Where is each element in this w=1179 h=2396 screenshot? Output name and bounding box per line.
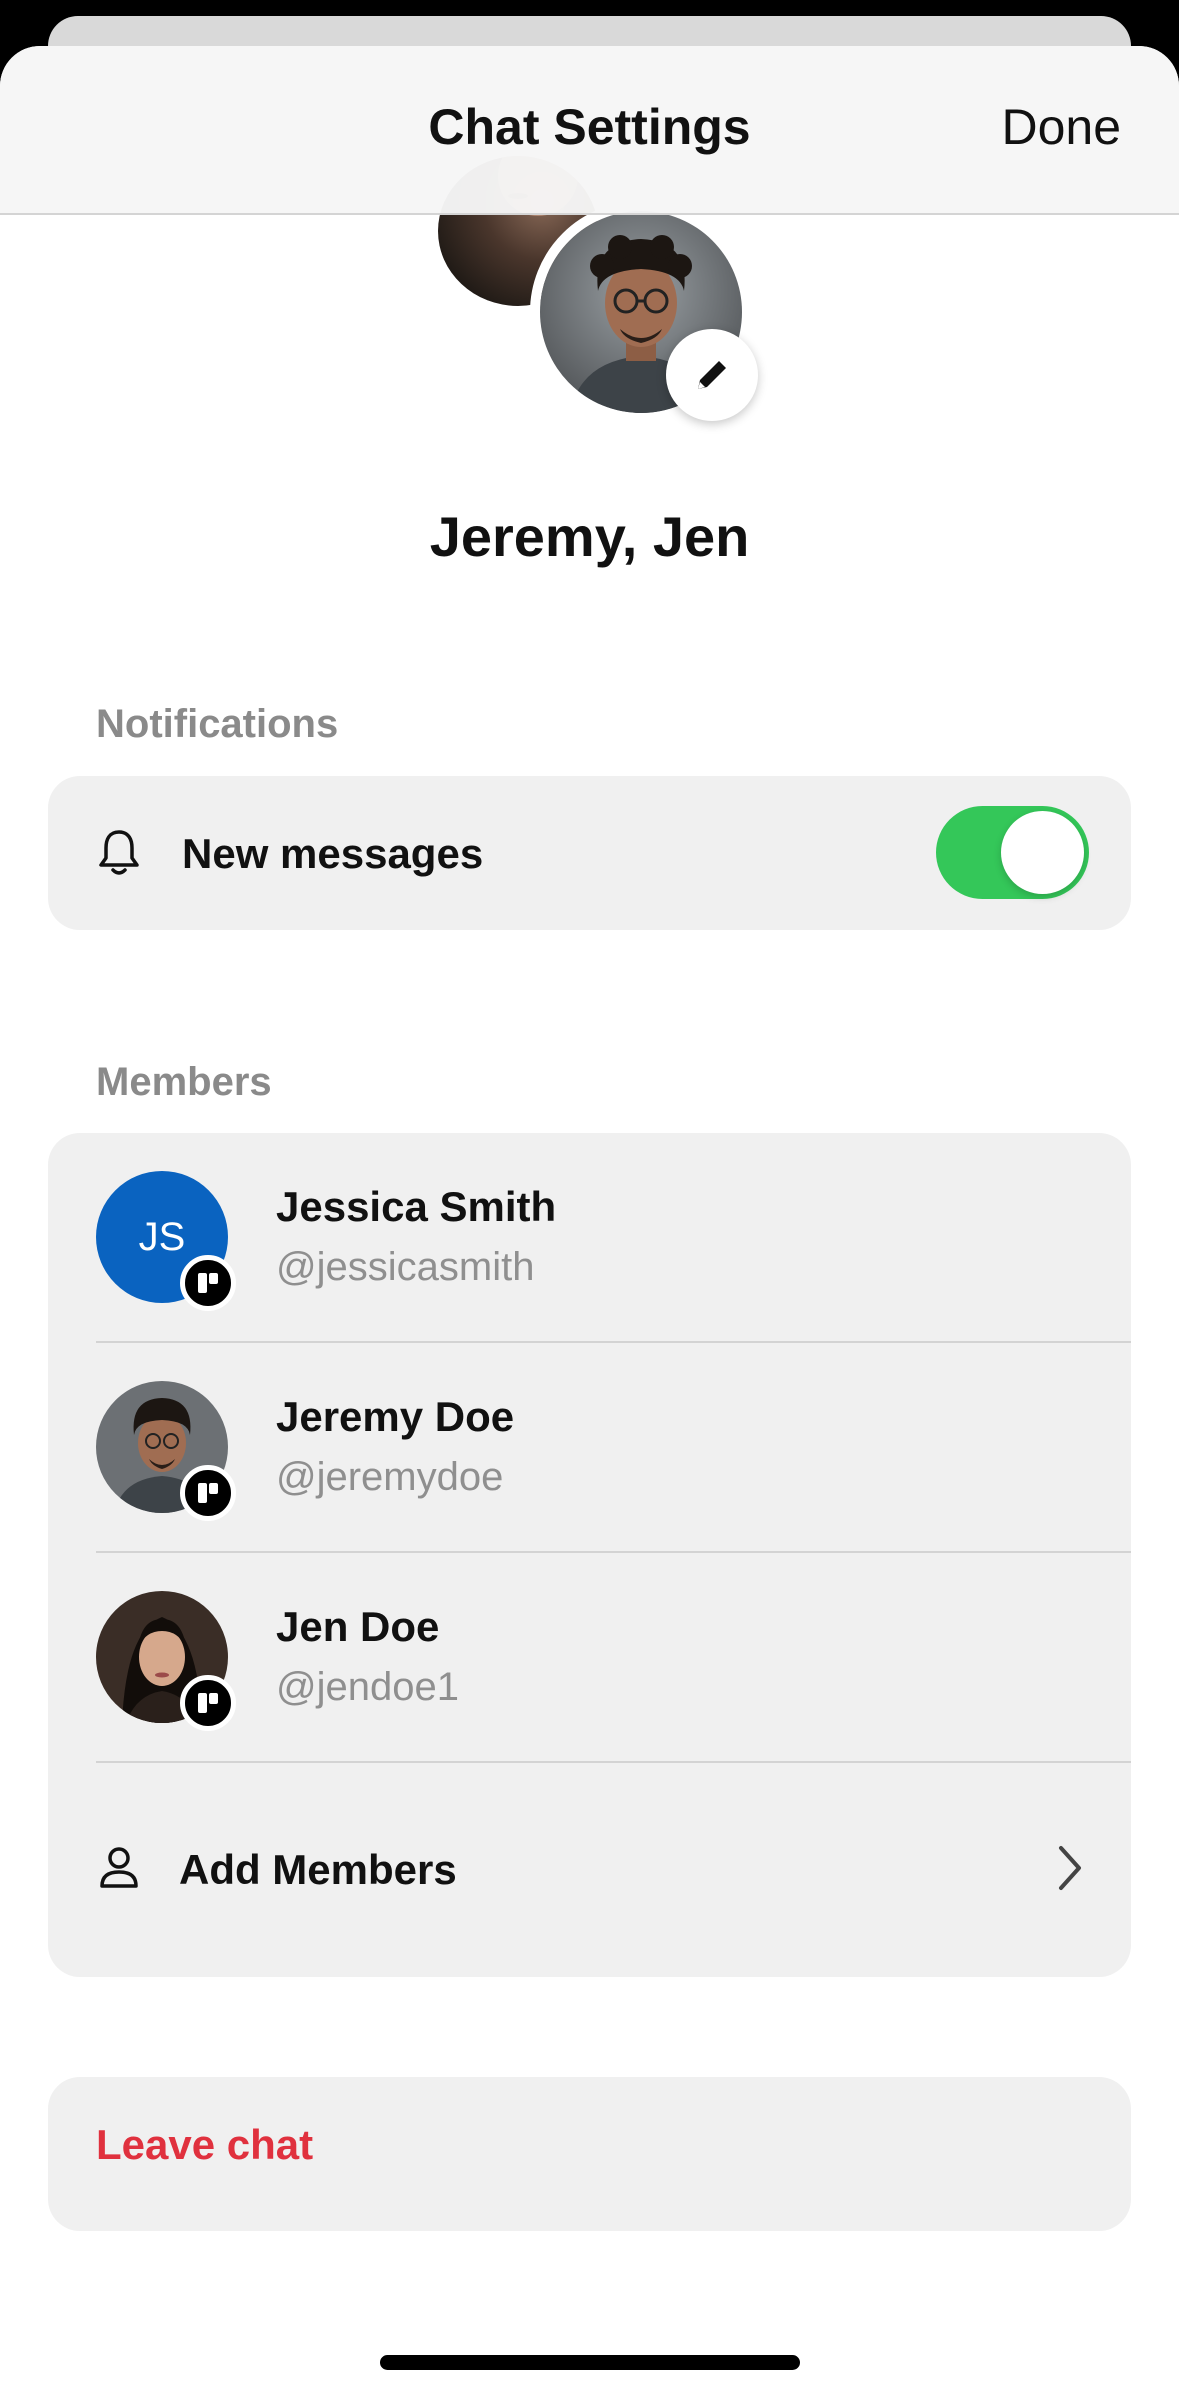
chat-settings-sheet: Chat Settings Done Jeremy, Jen Notificat… bbox=[0, 46, 1179, 2396]
notifications-section-label: Notifications bbox=[96, 702, 339, 746]
leave-chat-label: Leave chat bbox=[96, 2121, 314, 2168]
person-icon bbox=[98, 1845, 140, 1894]
bell-icon bbox=[96, 828, 142, 883]
add-members-row[interactable]: Add Members bbox=[48, 1763, 1131, 1977]
member-row-jessica-smith[interactable]: JS Jessica Smith @jessicasmith bbox=[48, 1133, 1131, 1343]
pencil-icon bbox=[698, 361, 726, 389]
group-name[interactable]: Jeremy, Jen bbox=[0, 504, 1179, 569]
new-messages-label: New messages bbox=[182, 830, 484, 877]
notifications-card: New messages bbox=[48, 776, 1131, 930]
done-button[interactable]: Done bbox=[1001, 98, 1121, 156]
member-name: Jessica Smith bbox=[276, 1183, 557, 1230]
member-handle: @jendoe1 bbox=[276, 1665, 459, 1709]
members-card: JS Jessica Smith @jessicasmith Jeremy Do… bbox=[48, 1133, 1131, 1977]
add-members-label: Add Members bbox=[179, 1846, 457, 1893]
leave-chat-button[interactable]: Leave chat bbox=[48, 2077, 1131, 2231]
member-handle: @jeremydoe bbox=[276, 1455, 504, 1499]
navigation-bar: Chat Settings Done bbox=[0, 46, 1179, 215]
toggle-knob bbox=[1001, 811, 1084, 894]
member-name: Jeremy Doe bbox=[276, 1393, 515, 1440]
members-section-label: Members bbox=[96, 1060, 272, 1104]
member-name: Jen Doe bbox=[276, 1603, 440, 1650]
member-row-jeremy-doe[interactable]: Jeremy Doe @jeremydoe bbox=[48, 1343, 1131, 1553]
app-badge-icon bbox=[180, 1675, 236, 1731]
member-handle: @jessicasmith bbox=[276, 1245, 535, 1289]
home-indicator[interactable] bbox=[380, 2355, 800, 2370]
app-badge-icon bbox=[180, 1255, 236, 1311]
new-messages-toggle[interactable] bbox=[936, 806, 1089, 899]
member-row-jen-doe[interactable]: Jen Doe @jendoe1 bbox=[48, 1553, 1131, 1763]
edit-avatar-button[interactable] bbox=[666, 329, 758, 421]
chevron-right-icon bbox=[1055, 1843, 1085, 1898]
app-badge-icon bbox=[180, 1465, 236, 1521]
avatar-initials: JS bbox=[138, 1214, 186, 1259]
